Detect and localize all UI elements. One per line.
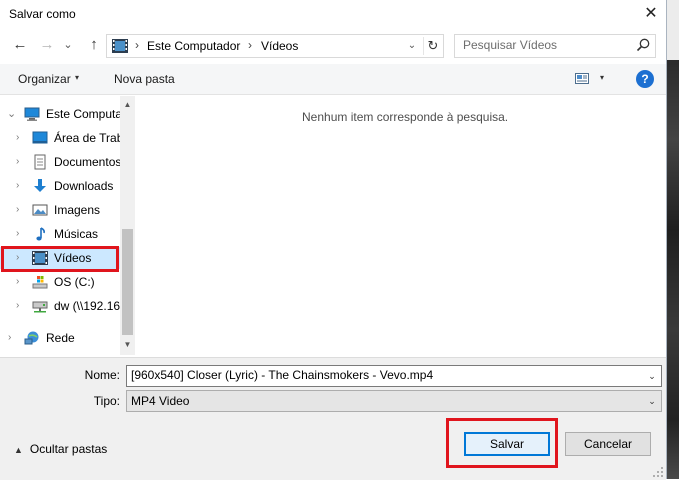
music-icon: [36, 227, 45, 241]
address-bar[interactable]: › Este Computador › Vídeos ⌄ ↻: [106, 34, 444, 58]
downloads-icon: [34, 179, 46, 192]
chevron-right-icon[interactable]: ›: [16, 300, 19, 311]
breadcrumb-separator[interactable]: ›: [135, 38, 139, 52]
tree-item-label: OS (C:): [54, 275, 95, 289]
highlight-box-videos: [1, 246, 119, 272]
tree-item-downloads[interactable]: › Downloads: [0, 175, 120, 197]
tree-item-dw-network-drive[interactable]: › dw (\\192.168: [0, 295, 120, 317]
recent-locations-button[interactable]: ⌄: [62, 35, 74, 55]
back-button[interactable]: ←: [10, 35, 30, 55]
tree-item-label: Imagens: [54, 203, 101, 217]
scroll-up-arrow[interactable]: ▲: [120, 98, 135, 112]
chevron-right-icon[interactable]: ›: [16, 204, 19, 215]
tree-item-label: Este Computador: [46, 107, 120, 121]
tree-item-label: Downloads: [54, 179, 114, 193]
new-folder-button[interactable]: Nova pasta: [114, 72, 175, 86]
view-options-caret[interactable]: ▾: [600, 73, 604, 82]
network-drive-icon: [32, 301, 48, 313]
scroll-down-arrow[interactable]: ▼: [120, 338, 135, 352]
videos-folder-icon: [112, 39, 128, 53]
file-name-label: Nome:: [84, 368, 120, 382]
breadcrumb-separator[interactable]: ›: [248, 38, 252, 52]
pictures-icon: [32, 204, 48, 216]
hide-folders-toggle[interactable]: ▲ Ocultar pastas: [14, 442, 107, 456]
empty-results-message: Nenhum item corresponde à pesquisa.: [302, 110, 509, 124]
computer-icon: [24, 107, 40, 121]
file-type-select[interactable]: MP4 Video ⌄: [126, 390, 662, 412]
chevron-right-icon[interactable]: ›: [16, 156, 19, 167]
chevron-down-icon[interactable]: ⌄: [645, 369, 659, 383]
navigation-pane: ⌄ Este Computador › Área de Trabalho › D…: [0, 96, 120, 355]
address-history-dropdown[interactable]: ⌄: [405, 38, 419, 54]
tree-item-label: Músicas: [54, 227, 99, 241]
tree-item-documentos[interactable]: › Documentos: [0, 151, 120, 173]
breadcrumb-este-computador[interactable]: Este Computador: [147, 39, 240, 53]
change-view-icon[interactable]: [575, 73, 589, 84]
tree-item-este-computador[interactable]: ⌄ Este Computador: [0, 103, 120, 125]
chevron-right-icon[interactable]: ›: [16, 228, 19, 239]
chevron-right-icon[interactable]: ›: [16, 132, 19, 143]
chevron-right-icon[interactable]: ›: [16, 276, 19, 287]
documents-icon: [34, 154, 46, 170]
refresh-icon[interactable]: ↻: [423, 37, 442, 55]
background-window: [666, 0, 679, 479]
save-as-dialog: Salvar como ✕ ← → ⌄ ↑ › Este Computador …: [0, 0, 667, 480]
window-title: Salvar como: [9, 7, 76, 21]
help-icon[interactable]: ?: [636, 70, 654, 88]
highlight-box-save: [446, 418, 558, 468]
tree-item-os-c[interactable]: › OS (C:): [0, 271, 120, 293]
chevron-right-icon[interactable]: ›: [16, 180, 19, 191]
chevron-down-icon[interactable]: ▾: [75, 73, 79, 82]
tree-item-musicas[interactable]: › Músicas: [0, 223, 120, 245]
navigation-pane-scrollbar[interactable]: ▲ ▼: [120, 96, 135, 355]
breadcrumb-videos[interactable]: Vídeos: [261, 39, 298, 53]
chevron-right-icon[interactable]: ›: [8, 332, 11, 343]
tree-item-imagens[interactable]: › Imagens: [0, 199, 120, 221]
organize-button[interactable]: Organizar: [18, 72, 71, 86]
tree-item-label: Documentos: [54, 155, 120, 169]
chevron-down-icon[interactable]: ⌄: [645, 394, 659, 408]
save-options-panel: Nome: ⌄ Tipo: MP4 Video ⌄ ▲ Ocultar pasta…: [0, 357, 666, 480]
cancel-button[interactable]: Cancelar: [565, 432, 651, 456]
hide-folders-label: Ocultar pastas: [29, 442, 108, 456]
drive-icon: [32, 276, 48, 289]
close-icon[interactable]: ✕: [638, 2, 664, 26]
network-icon: [24, 331, 39, 345]
expanded-chevron-icon[interactable]: ⌄: [7, 107, 16, 120]
file-type-label: Tipo:: [93, 394, 120, 408]
file-type-value: MP4 Video: [131, 394, 190, 408]
desktop-icon: [32, 131, 48, 144]
tree-item-rede[interactable]: › Rede: [0, 327, 120, 349]
up-folder-button[interactable]: ↑: [84, 35, 104, 55]
search-icon[interactable]: [635, 37, 651, 53]
tree-item-label: Rede: [46, 331, 75, 345]
forward-button[interactable]: →: [37, 35, 57, 55]
command-bar: Organizar ▾ Nova pasta ▾ ?: [0, 64, 666, 95]
chevron-up-icon: ▲: [14, 445, 23, 455]
tree-item-label: Área de Trabalho: [54, 131, 120, 145]
background-window-header: [666, 0, 679, 60]
tree-item-area-de-trabalho[interactable]: › Área de Trabalho: [0, 127, 120, 149]
search-box[interactable]: [454, 34, 656, 58]
file-name-input[interactable]: [127, 366, 641, 384]
resize-grip-icon[interactable]: [652, 466, 664, 478]
file-name-combobox[interactable]: ⌄: [126, 365, 662, 387]
scrollbar-thumb[interactable]: [122, 229, 133, 335]
search-input[interactable]: [455, 35, 633, 55]
tree-item-label: dw (\\192.168: [54, 299, 120, 313]
title-bar[interactable]: Salvar como ✕: [0, 0, 666, 29]
